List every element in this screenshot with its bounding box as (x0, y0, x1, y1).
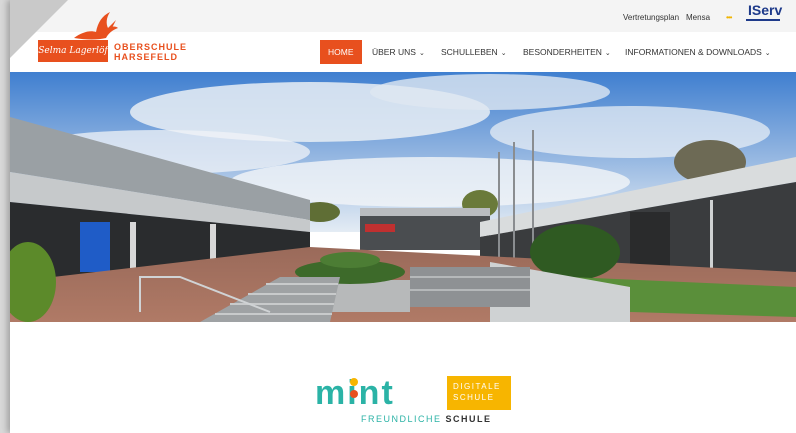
top-utility-bar: Vertretungsplan Mensa ••• IServ (10, 0, 796, 32)
nav-item-schulleben[interactable]: SCHULLEBEN ⌄ (441, 40, 507, 64)
page-fold-corner (10, 0, 68, 58)
chevron-down-icon: ⌄ (418, 50, 425, 57)
nav-item-informationen-downloads[interactable]: INFORMATIONEN & DOWNLOADS ⌄ (625, 40, 771, 64)
mensa-link[interactable]: Mensa (686, 13, 710, 22)
nav-item-ueber-uns[interactable]: ÜBER UNS ⌄ (372, 40, 425, 64)
mint-subtitle-dark: SCHULE (445, 414, 492, 424)
badge-line-2: SCHULE (453, 393, 495, 402)
chevron-down-icon: ⌄ (764, 50, 771, 57)
hero-school-image (10, 72, 796, 322)
mint-subtitle-teal: FREUNDLICHE (361, 414, 442, 424)
site-header: Selma Lagerlöf OBERSCHULE HARSEFELD HOME… (10, 12, 796, 72)
nav-item-label: BESONDERHEITEN (523, 47, 602, 57)
iserv-label: IServ (748, 2, 783, 18)
mint-subtitle: FREUNDLICHE SCHULE (361, 414, 492, 424)
web-page: Vertretungsplan Mensa ••• IServ Selma La… (10, 0, 796, 433)
nav-item-label: HOME (328, 47, 354, 57)
iserv-dots-icon: ••• (726, 13, 732, 22)
mint-school-logo[interactable]: mint FREUNDLICHE SCHULE DIGITALE SCHULE (315, 372, 515, 432)
iserv-underline (746, 19, 780, 21)
chevron-down-icon: ⌄ (604, 50, 611, 57)
logo-school-text: OBERSCHULE HARSEFELD (114, 42, 187, 62)
nav-item-label: SCHULLEBEN (441, 47, 498, 57)
nav-item-label: INFORMATIONEN & DOWNLOADS (625, 47, 762, 57)
digitale-schule-badge: DIGITALE SCHULE (447, 376, 511, 410)
logo-line-1: OBERSCHULE (114, 42, 188, 52)
chevron-down-icon: ⌄ (500, 50, 507, 57)
mint-dots-icon (350, 378, 358, 398)
badge-line-1: DIGITALE (453, 382, 501, 391)
nav-item-besonderheiten[interactable]: BESONDERHEITEN ⌄ (523, 40, 611, 64)
nav-item-home[interactable]: HOME (320, 40, 362, 64)
logo-line-2: HARSEFELD (114, 52, 179, 62)
nav-item-label: ÜBER UNS (372, 47, 416, 57)
vertretungsplan-link[interactable]: Vertretungsplan (623, 13, 679, 22)
